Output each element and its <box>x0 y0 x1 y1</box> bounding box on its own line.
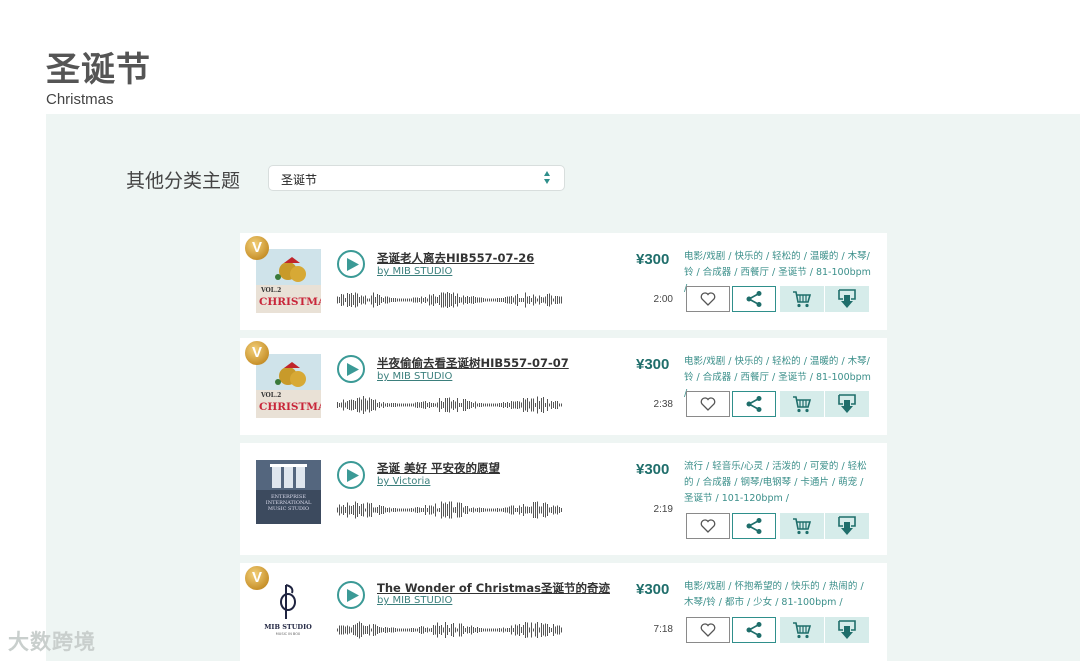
heart-icon <box>700 397 716 411</box>
share-button[interactable] <box>732 286 776 312</box>
play-button[interactable] <box>337 355 365 383</box>
download-icon <box>838 394 856 413</box>
track-artist[interactable]: by MIB STUDIO <box>377 371 452 382</box>
play-button[interactable] <box>337 581 365 609</box>
play-button[interactable] <box>337 461 365 489</box>
cover-enterprise-text: ENTERPRISE INTERNATIONAL MUSIC STUDIO <box>265 494 312 512</box>
play-button[interactable] <box>337 250 365 278</box>
waveform[interactable] <box>337 499 565 521</box>
track-card: V VOL.2 CHRISTMAS 半夜偷偷去看圣诞树HIB557-07-07 … <box>240 338 887 435</box>
vip-badge: V <box>245 566 269 590</box>
cover-christmas-text: CHRISTMAS <box>259 401 321 413</box>
vip-badge: V <box>245 341 269 365</box>
heart-icon <box>700 623 716 637</box>
share-icon <box>746 396 762 412</box>
cover-mib-sub-text: MUSIC IN BOX <box>276 632 301 636</box>
share-button[interactable] <box>732 391 776 417</box>
play-icon <box>347 469 359 482</box>
cover-vol-text: VOL.2 <box>260 392 281 399</box>
share-icon <box>746 518 762 534</box>
favorite-button[interactable] <box>686 286 730 312</box>
track-actions <box>686 513 872 539</box>
filter-label: 其他分类主题 <box>126 170 241 192</box>
track-artist[interactable]: by MIB STUDIO <box>377 595 452 606</box>
waveform[interactable] <box>337 394 565 416</box>
track-duration: 2:19 <box>653 504 673 515</box>
share-icon <box>746 291 762 307</box>
track-cover[interactable]: MIB STUDIO MUSIC IN BOX <box>256 579 321 643</box>
cover-christmas-text: CHRISTMAS <box>259 296 321 308</box>
add-to-cart-button[interactable] <box>780 513 824 539</box>
track-title[interactable]: 圣诞 美好 平安夜的愿望 <box>377 460 500 476</box>
track-card: V MIB STUDIO MUSIC IN BOX The Wonder of … <box>240 563 887 661</box>
add-to-cart-button[interactable] <box>780 391 824 417</box>
category-select[interactable]: 圣诞节 <box>268 165 565 191</box>
waveform[interactable] <box>337 289 565 311</box>
download-button[interactable] <box>825 391 869 417</box>
track-artist[interactable]: by Victoria <box>377 476 430 487</box>
add-to-cart-button[interactable] <box>780 286 824 312</box>
vip-badge: V <box>245 236 269 260</box>
track-actions <box>686 391 872 417</box>
play-icon <box>347 363 359 376</box>
track-cover[interactable]: ENTERPRISE INTERNATIONAL MUSIC STUDIO <box>256 460 321 524</box>
cover-mib-text: MIB STUDIO <box>264 623 312 631</box>
track-duration: 2:38 <box>653 399 673 410</box>
category-select-value: 圣诞节 <box>281 173 318 187</box>
track-cover[interactable]: VOL.2 CHRISTMAS <box>256 249 321 313</box>
play-icon <box>347 589 359 602</box>
track-title[interactable]: 圣诞老人离去HIB557-07-26 <box>377 250 534 266</box>
share-icon <box>746 622 762 638</box>
track-price: ¥300 <box>636 251 670 268</box>
track-price: ¥300 <box>636 356 670 373</box>
cart-icon <box>793 291 812 308</box>
track-card: V VOL.2 CHRISTMAS 圣诞老人离去HIB557-07-26 by … <box>240 233 887 330</box>
download-button[interactable] <box>825 286 869 312</box>
track-title[interactable]: 半夜偷偷去看圣诞树HIB557-07-07 <box>377 355 569 371</box>
add-to-cart-button[interactable] <box>780 617 824 643</box>
track-title[interactable]: The Wonder of Christmas圣诞节的奇迹 <box>377 580 610 596</box>
track-tags: 流行 / 轻音乐/心灵 / 活泼的 / 可爱的 / 轻松的 / 合成器 / 钢琴… <box>684 461 867 504</box>
track-duration: 7:18 <box>653 624 673 635</box>
track-actions <box>686 617 872 643</box>
download-button[interactable] <box>825 617 869 643</box>
waveform[interactable] <box>337 619 565 641</box>
track-tags: 电影/戏剧 / 怀抱希望的 / 快乐的 / 热闹的 / 木琴/铃 / 都市 / … <box>684 581 864 608</box>
download-icon <box>838 516 856 535</box>
select-arrows-icon <box>544 171 550 184</box>
cart-icon <box>793 518 812 535</box>
heart-icon <box>700 519 716 533</box>
cart-icon <box>793 396 812 413</box>
track-price: ¥300 <box>636 581 670 598</box>
watermark: 大数跨境 <box>8 630 96 654</box>
track-duration: 2:00 <box>653 294 673 305</box>
track-actions <box>686 286 872 312</box>
cover-vol-text: VOL.2 <box>260 287 281 294</box>
track-cover[interactable]: VOL.2 CHRISTMAS <box>256 354 321 418</box>
track-price: ¥300 <box>636 461 670 478</box>
share-button[interactable] <box>732 617 776 643</box>
page-title: 圣诞节 <box>46 50 151 90</box>
download-icon <box>838 289 856 308</box>
download-icon <box>838 620 856 639</box>
play-icon <box>347 258 359 271</box>
heart-icon <box>700 292 716 306</box>
share-button[interactable] <box>732 513 776 539</box>
favorite-button[interactable] <box>686 391 730 417</box>
favorite-button[interactable] <box>686 513 730 539</box>
track-card: ENTERPRISE INTERNATIONAL MUSIC STUDIO 圣诞… <box>240 443 887 555</box>
favorite-button[interactable] <box>686 617 730 643</box>
download-button[interactable] <box>825 513 869 539</box>
track-artist[interactable]: by MIB STUDIO <box>377 266 452 277</box>
cart-icon <box>793 622 812 639</box>
page-subtitle: Christmas <box>46 91 114 108</box>
